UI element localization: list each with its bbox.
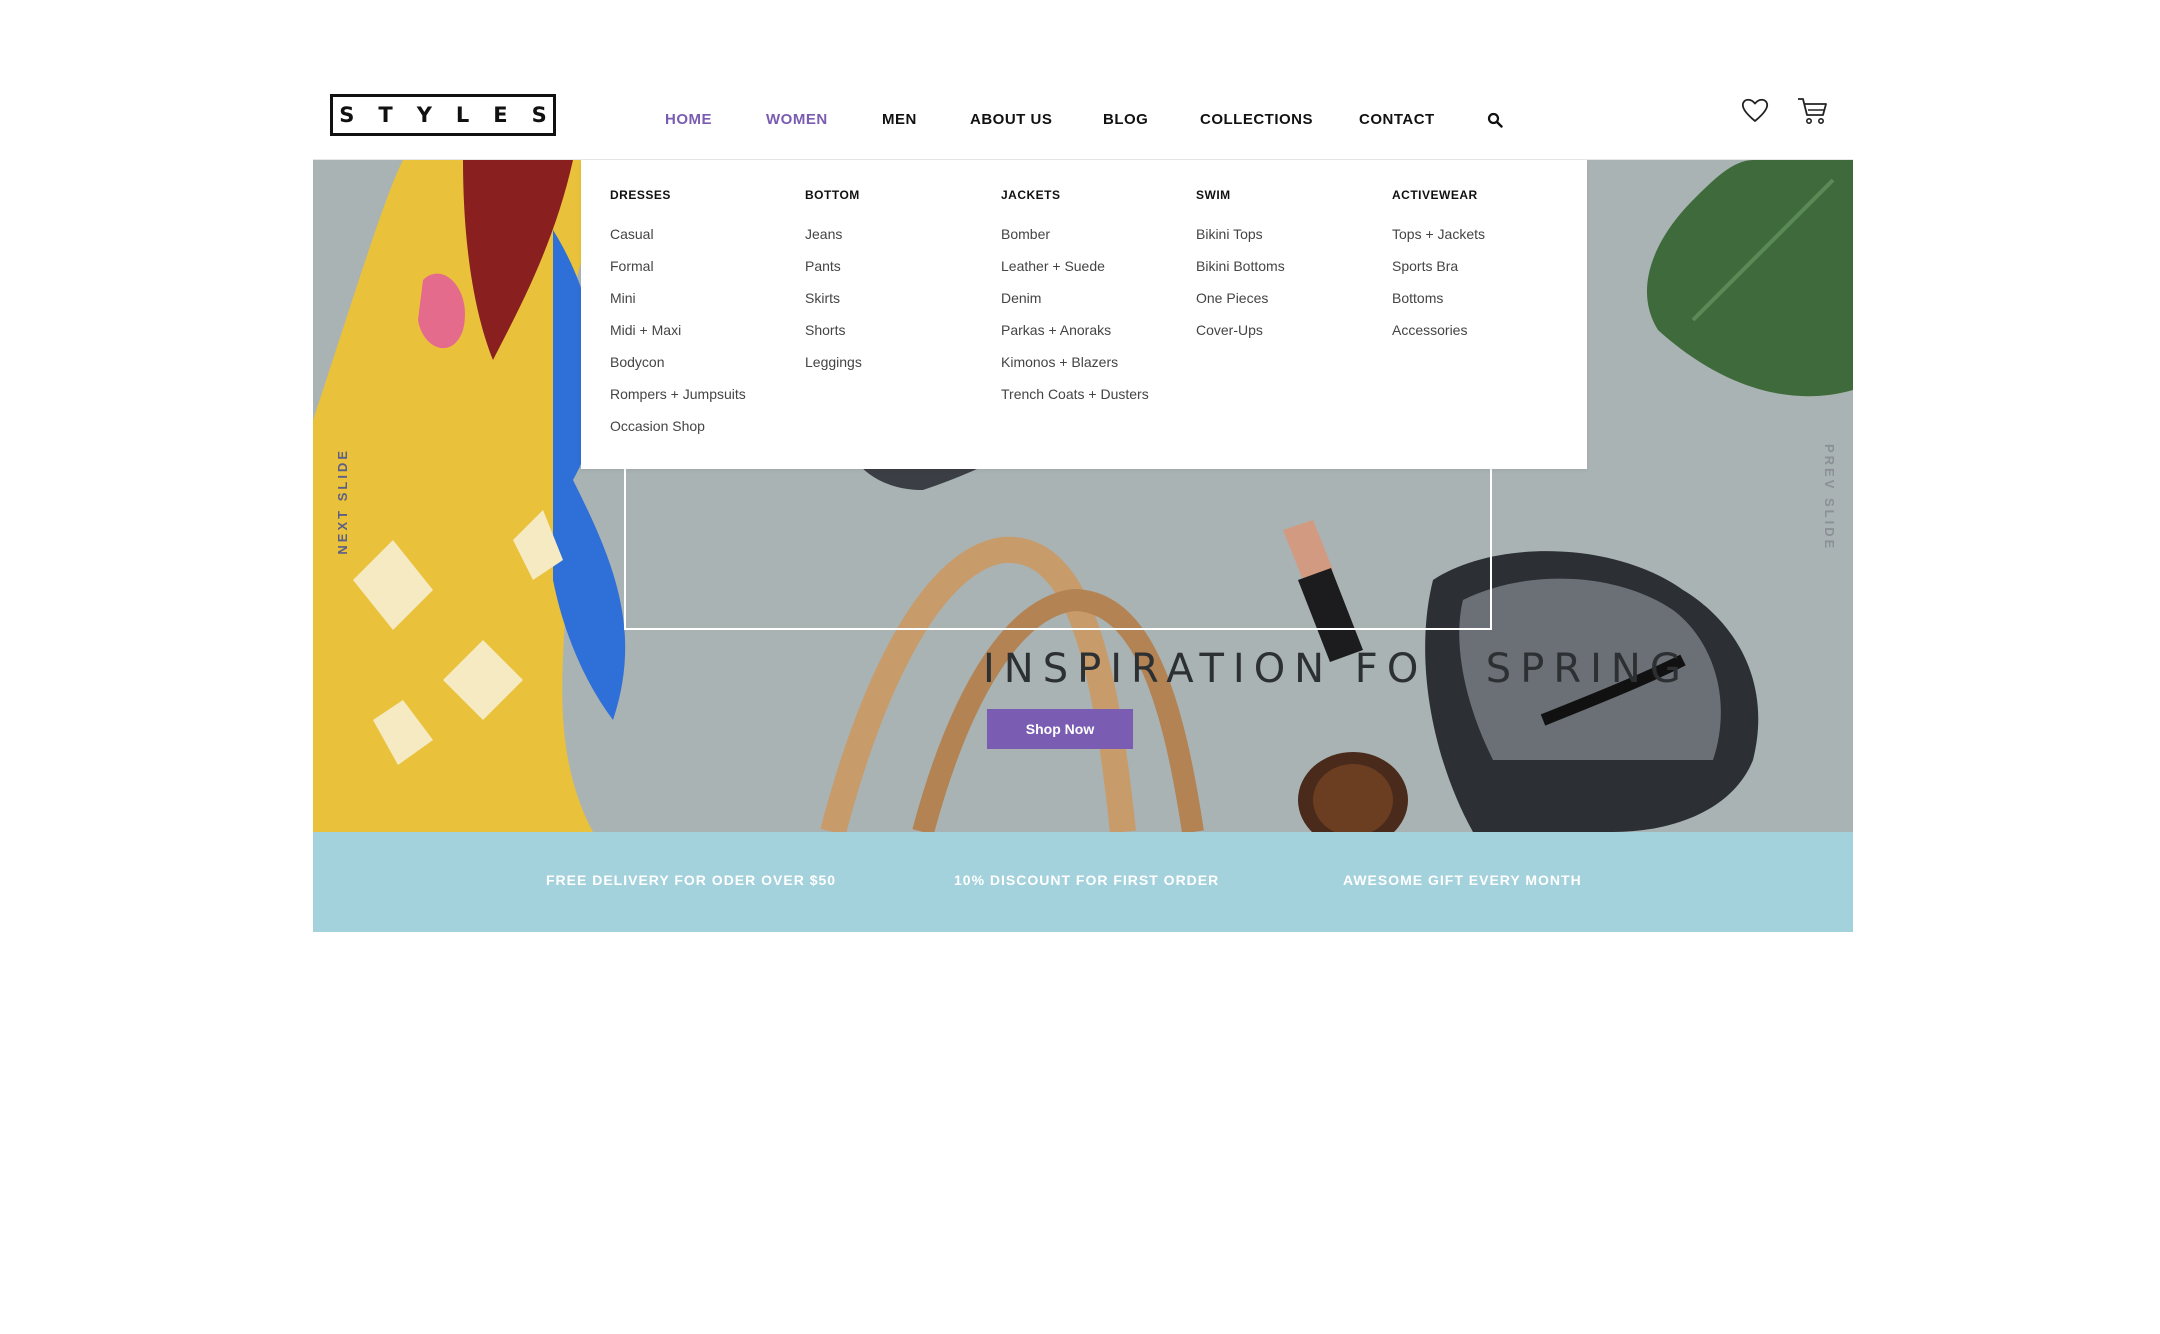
nav-home[interactable]: HOME xyxy=(665,108,712,132)
menu-link[interactable]: Denim xyxy=(1001,289,1191,307)
nav-collections[interactable]: COLLECTIONS xyxy=(1200,108,1313,132)
search-icon[interactable] xyxy=(1487,112,1503,128)
info-discount: 10% DISCOUNT FOR FIRST ORDER xyxy=(954,872,1220,888)
nav-contact[interactable]: CONTACT xyxy=(1359,108,1435,132)
women-mega-menu: DRESSES Casual Formal Mini Midi + Maxi B… xyxy=(581,160,1587,469)
heart-icon[interactable] xyxy=(1740,96,1770,124)
page: STYLES HOME WOMEN MEN ABOUT US BLOG COLL… xyxy=(0,0,2160,1334)
menu-link[interactable]: Tops + Jackets xyxy=(1392,225,1582,243)
menu-link[interactable]: Mini xyxy=(610,289,800,307)
menu-link[interactable]: Cover-Ups xyxy=(1196,321,1386,339)
menu-column-title: ACTIVEWEAR xyxy=(1392,188,1478,202)
info-gift: AWESOME GIFT EVERY MONTH xyxy=(1343,872,1582,888)
menu-link[interactable]: Bomber xyxy=(1001,225,1191,243)
menu-column-title: BOTTOM xyxy=(805,188,860,202)
hero-title: INSPIRATION FOR SPRING xyxy=(983,646,1690,692)
info-band: FREE DELIVERY FOR ODER OVER $50 10% DISC… xyxy=(313,832,1853,932)
menu-link[interactable]: Occasion Shop xyxy=(610,417,800,435)
menu-link[interactable]: Jeans xyxy=(805,225,995,243)
menu-link[interactable]: Kimonos + Blazers xyxy=(1001,353,1191,371)
menu-link[interactable]: Casual xyxy=(610,225,800,243)
menu-link[interactable]: Accessories xyxy=(1392,321,1582,339)
next-slide-button[interactable]: NEXT SLIDE xyxy=(335,448,350,555)
nav-about-us[interactable]: ABOUT US xyxy=(970,108,1052,132)
menu-column-jackets: JACKETS Bomber Leather + Suede Denim Par… xyxy=(1001,188,1191,417)
menu-link[interactable]: Leggings xyxy=(805,353,995,371)
menu-link[interactable]: Bikini Tops xyxy=(1196,225,1386,243)
menu-column-title: JACKETS xyxy=(1001,188,1061,202)
prev-slide-button[interactable]: PREV SLIDE xyxy=(1822,444,1837,551)
menu-link[interactable]: Formal xyxy=(610,257,800,275)
menu-link[interactable]: Bottoms xyxy=(1392,289,1582,307)
menu-column-title: DRESSES xyxy=(610,188,671,202)
menu-link[interactable]: Midi + Maxi xyxy=(610,321,800,339)
cart-icon[interactable] xyxy=(1797,96,1829,126)
menu-link[interactable]: Leather + Suede xyxy=(1001,257,1191,275)
menu-link[interactable]: Shorts xyxy=(805,321,995,339)
menu-column-swim: SWIM Bikini Tops Bikini Bottoms One Piec… xyxy=(1196,188,1386,353)
shop-now-button[interactable]: Shop Now xyxy=(987,709,1133,749)
menu-link[interactable]: Rompers + Jumpsuits xyxy=(610,385,800,403)
menu-link[interactable]: Trench Coats + Dusters xyxy=(1001,385,1191,403)
menu-column-activewear: ACTIVEWEAR Tops + Jackets Sports Bra Bot… xyxy=(1392,188,1582,353)
info-free-delivery: FREE DELIVERY FOR ODER OVER $50 xyxy=(546,872,837,888)
nav-blog[interactable]: BLOG xyxy=(1103,108,1148,132)
menu-column-dresses: DRESSES Casual Formal Mini Midi + Maxi B… xyxy=(610,188,800,449)
menu-column-title: SWIM xyxy=(1196,188,1231,202)
nav-men[interactable]: MEN xyxy=(882,108,917,132)
menu-column-bottom: BOTTOM Jeans Pants Skirts Shorts Legging… xyxy=(805,188,995,385)
menu-link[interactable]: Bikini Bottoms xyxy=(1196,257,1386,275)
menu-link[interactable]: One Pieces xyxy=(1196,289,1386,307)
menu-link[interactable]: Pants xyxy=(805,257,995,275)
main-nav: HOME WOMEN MEN ABOUT US BLOG COLLECTIONS… xyxy=(0,108,2160,132)
menu-link[interactable]: Skirts xyxy=(805,289,995,307)
nav-women[interactable]: WOMEN xyxy=(766,108,828,132)
menu-link[interactable]: Sports Bra xyxy=(1392,257,1582,275)
menu-link[interactable]: Bodycon xyxy=(610,353,800,371)
menu-link[interactable]: Parkas + Anoraks xyxy=(1001,321,1191,339)
